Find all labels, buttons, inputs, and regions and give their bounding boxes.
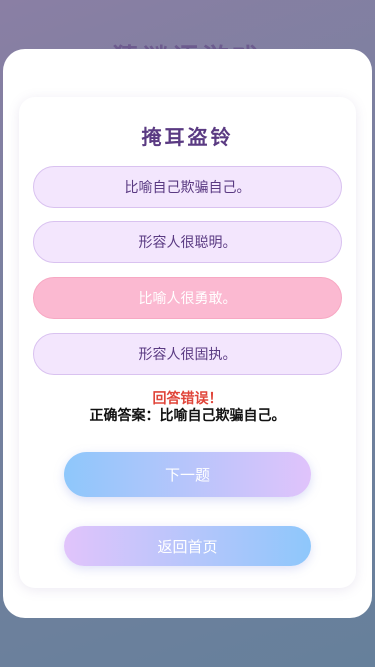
question-card: 掩耳盗铃 比喻自己欺骗自己。 形容人很聪明。 比喻人很勇敢。 形容人很固执。 回…	[19, 97, 356, 588]
answer-option-label: 形容人很固执。	[138, 347, 237, 363]
correct-answer: 正确答案：比喻自己欺骗自己。	[89, 408, 286, 424]
answer-option-label: 比喻人很勇敢。	[138, 291, 237, 307]
next-question-button[interactable]: 下一题	[64, 452, 311, 497]
answer-option-4[interactable]: 形容人很固执。	[33, 333, 342, 375]
answer-option-1[interactable]: 比喻自己欺骗自己。	[33, 166, 342, 208]
question-title: 掩耳盗铃	[141, 125, 234, 149]
quiz-modal: 掩耳盗铃 比喻自己欺骗自己。 形容人很聪明。 比喻人很勇敢。 形容人很固执。 回…	[3, 49, 372, 618]
result-feedback: 回答错误！	[152, 391, 223, 407]
answer-option-label: 形容人很聪明。	[138, 235, 237, 251]
answer-option-2[interactable]: 形容人很聪明。	[33, 221, 342, 263]
answer-option-3-selected-wrong[interactable]: 比喻人很勇敢。	[33, 277, 342, 319]
back-home-button[interactable]: 返回首页	[64, 526, 311, 566]
answer-option-label: 比喻自己欺骗自己。	[124, 180, 251, 196]
